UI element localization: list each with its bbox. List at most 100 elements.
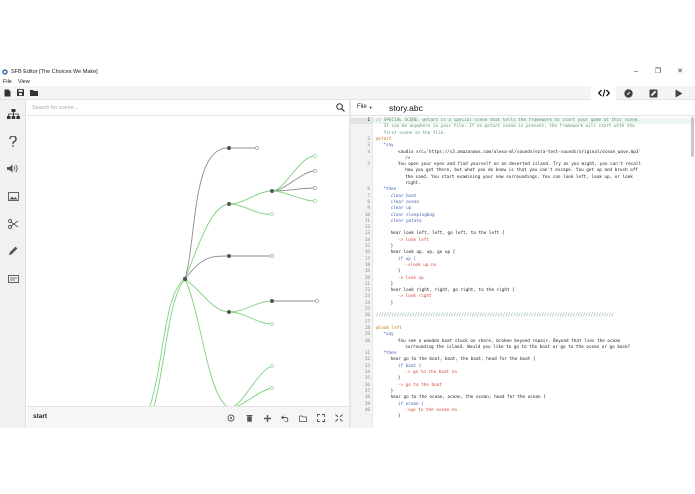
menu-file[interactable]: File [3, 79, 12, 85]
graph-node[interactable] [270, 364, 274, 368]
open-folder-button[interactable] [29, 88, 38, 97]
toolbar [0, 86, 695, 100]
image-icon [7, 191, 19, 201]
code-text: } [397, 414, 401, 420]
add-scene-button[interactable] [261, 412, 273, 424]
open-folder-icon [29, 90, 38, 96]
title-bar: SFB Editor [The Choices We Make] – ❐ ✕ [0, 66, 695, 77]
expand-icon [317, 414, 325, 422]
graph-edge [184, 278, 228, 406]
graph-edge [271, 155, 316, 192]
graph-edge [228, 190, 273, 205]
undo-button[interactable] [279, 412, 291, 424]
new-file-button[interactable] [3, 88, 12, 97]
app-logo-icon [2, 68, 8, 75]
hierarchy-icon [6, 108, 20, 119]
sidebar-item-audio[interactable] [0, 155, 26, 183]
explore-mode-button[interactable] [616, 86, 641, 100]
play-mode-button[interactable] [666, 86, 691, 100]
close-button[interactable]: ✕ [669, 66, 691, 77]
graph-node[interactable] [227, 146, 231, 150]
save-button[interactable] [16, 88, 25, 97]
graph-node[interactable] [255, 146, 259, 150]
expand-button[interactable] [315, 412, 327, 424]
sidebar-item-image[interactable] [0, 183, 26, 211]
scene-graph-panel: start [27, 100, 349, 428]
edit-icon [649, 89, 658, 97]
current-scene-name: start [33, 413, 48, 420]
code-mode-button[interactable] [591, 86, 616, 100]
graph-edge [233, 365, 273, 406]
graph-node[interactable] [270, 212, 274, 216]
menu-bar: File View [0, 77, 36, 86]
fullscreen-icon [335, 414, 343, 422]
maximize-button[interactable]: ❐ [647, 66, 669, 77]
menu-view[interactable]: View [18, 79, 30, 85]
editor-filename: story.abc [389, 103, 423, 113]
editor-file-menu-label: File [357, 104, 367, 110]
graph-node[interactable] [182, 276, 188, 282]
save-icon [17, 89, 24, 96]
graph-node[interactable] [270, 322, 274, 326]
trash-icon [246, 415, 252, 422]
graph-node[interactable] [270, 299, 274, 303]
center-button[interactable] [225, 412, 237, 424]
editor-scrollbar[interactable] [691, 117, 694, 157]
graph-edge [184, 255, 230, 280]
folder-icon [299, 415, 307, 422]
help-icon [9, 135, 17, 147]
graph-edge [236, 387, 273, 406]
minimize-button[interactable]: – [625, 66, 647, 77]
graph-edge [228, 300, 273, 313]
window-controls: – ❐ ✕ [625, 66, 691, 77]
pen-icon [9, 246, 18, 256]
card-icon [7, 274, 19, 283]
graph-node[interactable] [227, 254, 231, 258]
code-line[interactable]: } [351, 414, 695, 420]
target-icon [227, 414, 235, 422]
graph-node[interactable] [227, 202, 231, 206]
edit-mode-button[interactable] [641, 86, 666, 100]
new-file-icon [4, 89, 11, 96]
scene-graph-canvas[interactable] [27, 116, 349, 406]
sidebar-item-hierarchy[interactable] [0, 100, 26, 128]
add-icon [263, 414, 271, 422]
graph-edge [149, 278, 186, 406]
undo-icon [281, 414, 289, 422]
fullscreen-button[interactable] [333, 412, 345, 424]
editor-file-menu[interactable]: File ▼ [357, 104, 373, 110]
graph-edge [271, 190, 316, 202]
code-icon [597, 89, 610, 97]
graph-node[interactable] [270, 189, 274, 193]
graph-node[interactable] [313, 169, 317, 173]
editor-header: File ▼ story.abc [351, 100, 695, 116]
graph-edge [228, 311, 273, 325]
sidebar-item-pen[interactable] [0, 238, 26, 266]
sidebar-item-scissors[interactable] [0, 210, 26, 238]
window-title: SFB Editor [The Choices We Make] [11, 68, 98, 75]
graph-tools [225, 412, 345, 424]
audio-icon [7, 164, 18, 173]
graph-node[interactable] [313, 154, 317, 158]
graph-node[interactable] [315, 299, 319, 303]
chevron-down-icon: ▼ [368, 104, 373, 110]
graph-node[interactable] [313, 186, 317, 190]
graph-edge [228, 203, 273, 215]
graph-edge [153, 278, 186, 406]
code-area[interactable]: 1// SPECIAL SCENE: @start is a special s… [351, 117, 695, 428]
graph-node[interactable] [270, 254, 274, 258]
graph-node[interactable] [313, 199, 317, 203]
graph-edge [184, 278, 230, 313]
sidebar-item-help[interactable] [0, 128, 26, 156]
play-icon [675, 89, 682, 97]
scene-search-bar [27, 100, 349, 116]
search-icon[interactable] [336, 103, 345, 112]
scene-search-input[interactable] [32, 103, 332, 113]
app-window: SFB Editor [The Choices We Make] – ❐ ✕ F… [0, 66, 695, 428]
delete-scene-button[interactable] [243, 412, 255, 424]
folder-button[interactable] [297, 412, 309, 424]
graph-node[interactable] [227, 310, 231, 314]
code-editor-panel: File ▼ story.abc 1// SPECIAL SCENE: @sta… [351, 100, 695, 428]
sidebar-item-card[interactable] [0, 265, 26, 293]
graph-node[interactable] [270, 386, 274, 390]
